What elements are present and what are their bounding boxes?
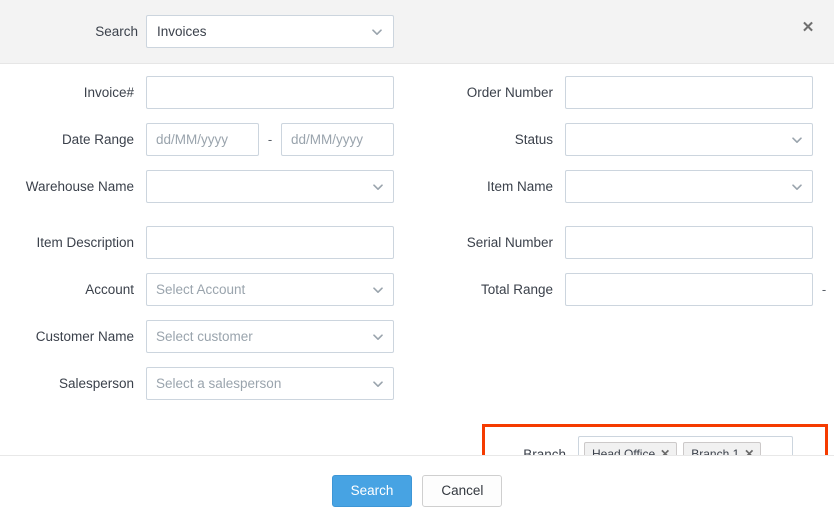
field-invoice-number bbox=[146, 76, 417, 109]
chevron-down-icon bbox=[372, 331, 384, 343]
label-invoice-number: Invoice# bbox=[0, 76, 146, 101]
field-row-salesperson: Salesperson Select a salesperson bbox=[0, 367, 417, 400]
warehouse-name-select[interactable] bbox=[146, 170, 394, 203]
serial-number-input[interactable] bbox=[565, 226, 813, 259]
label-status: Status bbox=[417, 123, 565, 148]
field-row-invoice-number: Invoice# bbox=[0, 76, 417, 109]
label-total-range: Total Range bbox=[417, 273, 565, 298]
label-date-range: Date Range bbox=[0, 123, 146, 148]
field-warehouse-name bbox=[146, 170, 417, 203]
label-item-name: Item Name bbox=[417, 170, 565, 195]
total-range-separator: - bbox=[813, 273, 834, 306]
salesperson-value: Select a salesperson bbox=[156, 376, 366, 391]
chevron-down-icon bbox=[791, 134, 803, 146]
date-range-to-input[interactable]: dd/MM/yyyy bbox=[281, 123, 394, 156]
status-select[interactable] bbox=[565, 123, 813, 156]
modal-header: Search Invoices ✕ bbox=[0, 0, 834, 64]
field-customer-name: Select customer bbox=[146, 320, 417, 353]
total-range-group: - bbox=[565, 273, 834, 306]
label-item-description: Item Description bbox=[0, 226, 146, 251]
field-item-description bbox=[146, 226, 417, 259]
field-date-range: dd/MM/yyyy - dd/MM/yyyy bbox=[146, 123, 417, 156]
form-columns: Invoice# Date Range dd/MM/yyyy - dd/MM/y… bbox=[0, 76, 834, 414]
date-range-separator: - bbox=[259, 123, 281, 156]
customer-name-value: Select customer bbox=[156, 329, 366, 344]
chevron-down-icon bbox=[372, 378, 384, 390]
search-module-select[interactable]: Invoices bbox=[146, 15, 394, 48]
search-module-label: Search bbox=[0, 24, 146, 39]
label-warehouse-name: Warehouse Name bbox=[0, 170, 146, 195]
salesperson-select[interactable]: Select a salesperson bbox=[146, 367, 394, 400]
chevron-down-icon bbox=[372, 181, 384, 193]
form-column-right: Order Number Status bbox=[417, 76, 834, 414]
order-number-input[interactable] bbox=[565, 76, 813, 109]
field-item-name bbox=[565, 170, 834, 203]
account-value: Select Account bbox=[156, 282, 366, 297]
modal-body: Invoice# Date Range dd/MM/yyyy - dd/MM/y… bbox=[0, 64, 834, 455]
account-select[interactable]: Select Account bbox=[146, 273, 394, 306]
invoice-number-input[interactable] bbox=[146, 76, 394, 109]
close-icon[interactable]: ✕ bbox=[798, 18, 818, 38]
field-account: Select Account bbox=[146, 273, 417, 306]
item-name-select[interactable] bbox=[565, 170, 813, 203]
field-row-account: Account Select Account bbox=[0, 273, 417, 306]
item-description-input[interactable] bbox=[146, 226, 394, 259]
label-salesperson: Salesperson bbox=[0, 367, 146, 392]
search-module-value: Invoices bbox=[157, 24, 365, 39]
date-range-from-input[interactable]: dd/MM/yyyy bbox=[146, 123, 259, 156]
label-account: Account bbox=[0, 273, 146, 298]
label-customer-name: Customer Name bbox=[0, 320, 146, 345]
field-row-total-range: Total Range - bbox=[417, 273, 834, 306]
chevron-down-icon bbox=[791, 181, 803, 193]
field-serial-number bbox=[565, 226, 834, 259]
advanced-search-modal: Search Invoices ✕ Invoice# Date Range bbox=[0, 0, 834, 525]
field-row-serial-number: Serial Number bbox=[417, 226, 834, 259]
modal-footer: Search Cancel bbox=[0, 455, 834, 525]
chevron-down-icon bbox=[371, 26, 383, 38]
field-row-order-number: Order Number bbox=[417, 76, 834, 109]
search-button[interactable]: Search bbox=[332, 475, 413, 507]
field-salesperson: Select a salesperson bbox=[146, 367, 417, 400]
customer-name-select[interactable]: Select customer bbox=[146, 320, 394, 353]
chevron-down-icon bbox=[372, 284, 384, 296]
form-column-left: Invoice# Date Range dd/MM/yyyy - dd/MM/y… bbox=[0, 76, 417, 414]
field-status bbox=[565, 123, 834, 156]
field-total-range: - bbox=[565, 273, 834, 306]
field-row-date-range: Date Range dd/MM/yyyy - dd/MM/yyyy bbox=[0, 123, 417, 156]
field-row-item-description: Item Description bbox=[0, 226, 417, 259]
total-range-from-input[interactable] bbox=[565, 273, 813, 306]
field-row-status: Status bbox=[417, 123, 834, 156]
cancel-button[interactable]: Cancel bbox=[422, 475, 502, 507]
field-row-warehouse-name: Warehouse Name bbox=[0, 170, 417, 212]
label-order-number: Order Number bbox=[417, 76, 565, 101]
field-row-item-name: Item Name bbox=[417, 170, 834, 212]
field-order-number bbox=[565, 76, 834, 109]
label-serial-number: Serial Number bbox=[417, 226, 565, 251]
date-range-group: dd/MM/yyyy - dd/MM/yyyy bbox=[146, 123, 417, 156]
field-row-customer-name: Customer Name Select customer bbox=[0, 320, 417, 353]
